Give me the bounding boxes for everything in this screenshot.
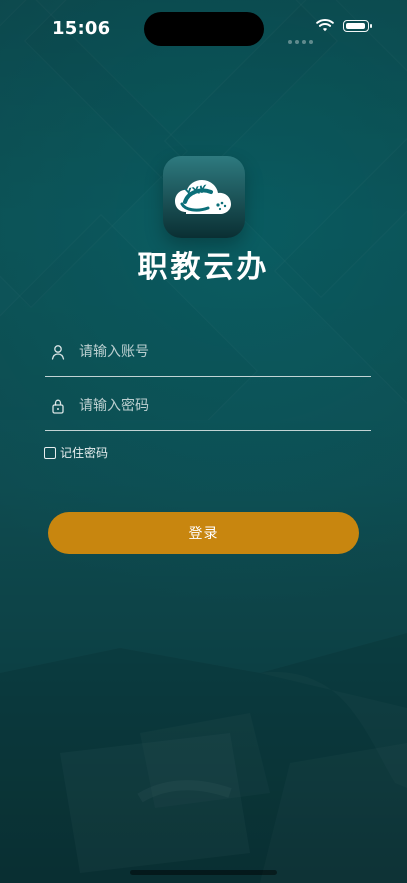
home-indicator: [130, 870, 277, 875]
account-input[interactable]: [77, 342, 371, 361]
background-desk-photo: [0, 633, 407, 883]
dynamic-island: [144, 12, 264, 46]
remember-label: 记住密码: [60, 446, 109, 460]
signal-icon: [288, 29, 316, 48]
app-logo: YXK: [163, 156, 245, 238]
app-title: 职教云办: [137, 250, 270, 285]
wifi-icon: [316, 18, 334, 32]
battery-icon: [343, 20, 372, 32]
password-input[interactable]: [77, 396, 371, 415]
password-field[interactable]: [45, 381, 371, 431]
account-field[interactable]: [45, 327, 371, 377]
lock-icon: [47, 395, 69, 417]
remember-checkbox[interactable]: [44, 446, 56, 459]
login-button[interactable]: 登录: [48, 512, 359, 554]
status-bar: 15:06: [0, 0, 407, 58]
user-icon: [47, 341, 69, 363]
status-time: 15:06: [52, 18, 111, 39]
cloud-icon: [175, 180, 231, 214]
remember-password[interactable]: 记住密码: [44, 444, 108, 461]
